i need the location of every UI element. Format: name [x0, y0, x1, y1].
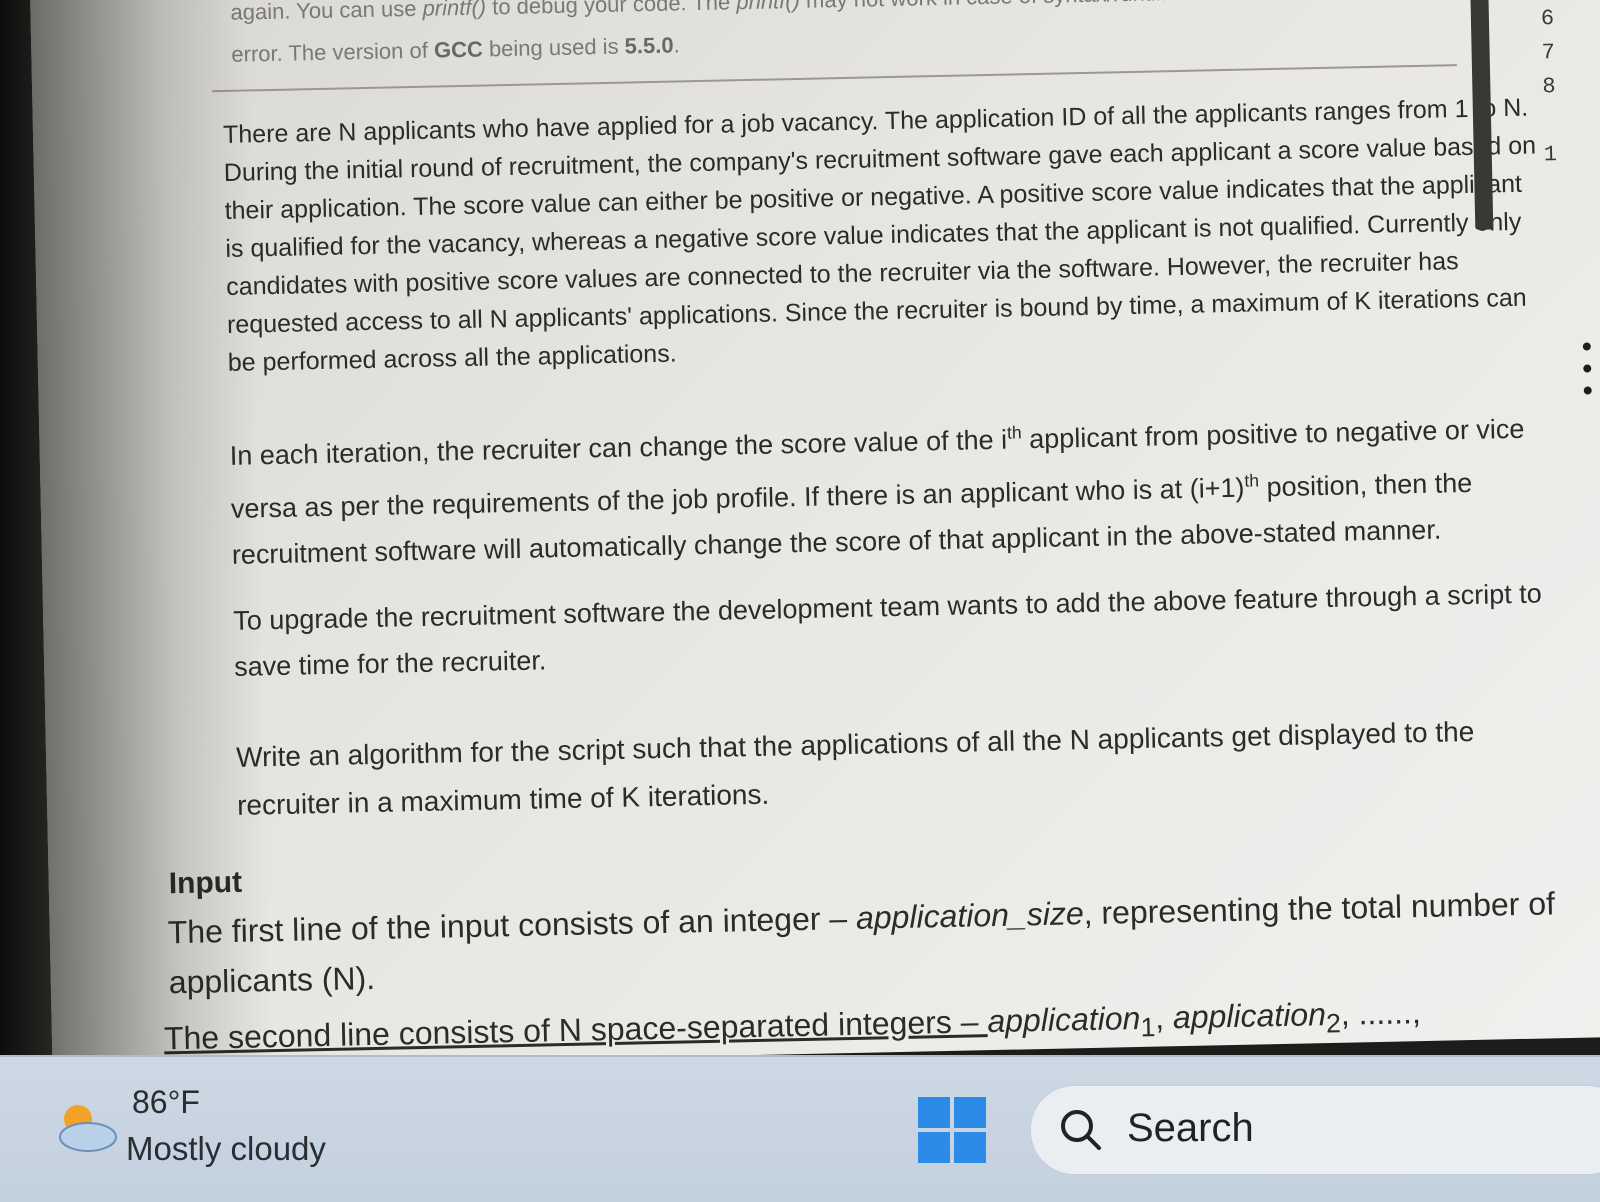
line-number: 6: [1540, 6, 1555, 32]
temperature: 86°F: [132, 1084, 200, 1120]
line-number: [1543, 103, 1600, 139]
task-paragraph: Write an algorithm for the script such t…: [235, 715, 1475, 821]
search-label: Search: [1127, 1106, 1254, 1150]
cloud-sun-icon: [59, 1105, 117, 1152]
problem-paragraph-1: There are N applicants who have applied …: [222, 93, 1537, 377]
intro-note: again. You can use printf() to debug you…: [230, 0, 1186, 67]
line-number: 7: [1541, 40, 1556, 66]
windows-logo-icon[interactable]: [918, 1097, 986, 1163]
more-options-icon[interactable]: [1582, 342, 1596, 408]
weather-condition: Mostly cloudy: [126, 1130, 326, 1167]
line-number: 8: [1542, 74, 1556, 100]
problem-paragraph-2: In each iteration, the recruiter can cha…: [229, 413, 1525, 570]
problem-statement: again. You can use printf() to debug you…: [120, 0, 1556, 1068]
line-number: 1: [1543, 142, 1558, 168]
problem-paragraph-3: To upgrade the recruitment software the …: [232, 578, 1543, 682]
taskbar-search[interactable]: Search: [1030, 1085, 1600, 1175]
line-number-gutter: 5 6 7 8 1: [1540, 0, 1600, 172]
screen: again. You can use printf() to debug you…: [30, 0, 1600, 1090]
taskbar: 86°F Mostly cloudy Search: [0, 1055, 1600, 1202]
input-heading: Input: [168, 865, 243, 901]
search-icon: [1061, 1110, 1101, 1150]
weather-widget[interactable]: 86°F Mostly cloudy: [40, 1072, 360, 1182]
